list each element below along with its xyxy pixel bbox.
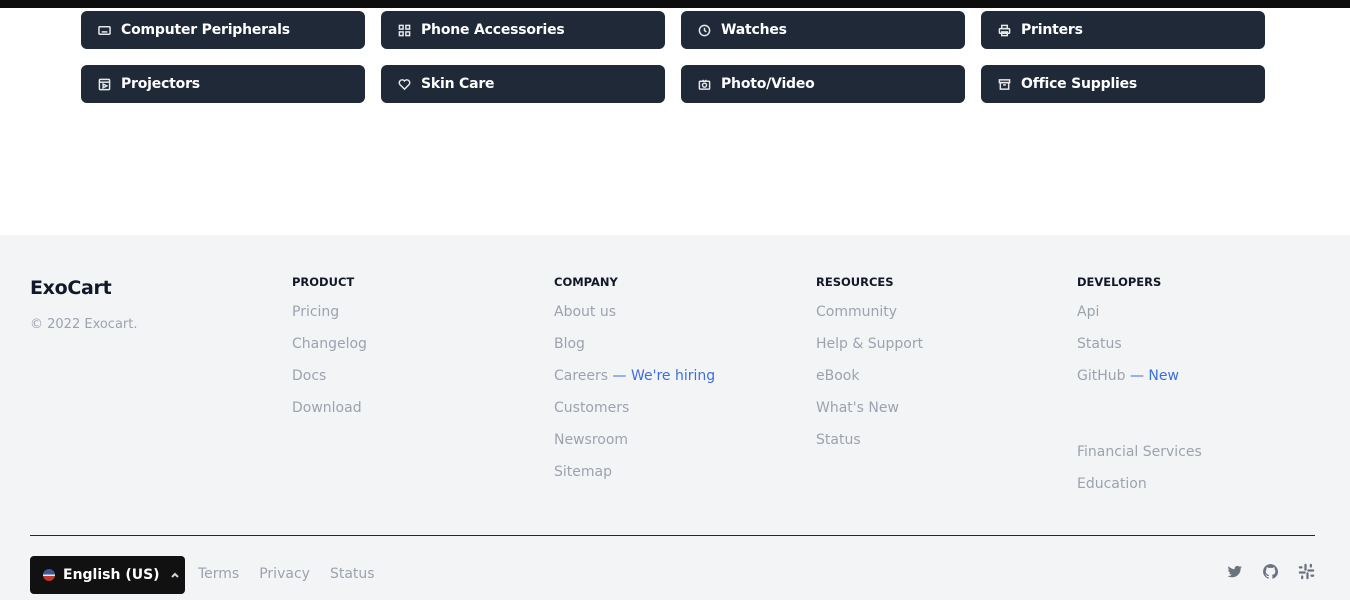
careers-label: Careers (554, 368, 609, 384)
twitter-icon[interactable] (1226, 563, 1243, 580)
category-button-photo-video[interactable]: Photo/Video (681, 65, 965, 103)
terms-link[interactable]: Terms (198, 566, 239, 582)
category-label: Skin Care (421, 76, 495, 92)
clock-icon (698, 24, 711, 37)
category-button-projectors[interactable]: Projectors (81, 65, 365, 103)
bottom-status-link[interactable]: Status (330, 566, 375, 582)
category-label: Computer Peripherals (121, 22, 290, 38)
keyboard-icon (98, 24, 111, 37)
grid-icon (398, 24, 411, 37)
footer-link-pricing[interactable]: Pricing (292, 302, 367, 334)
footer-link-sitemap[interactable]: Sitemap (554, 462, 715, 494)
camera-icon (698, 78, 711, 91)
language-selector[interactable]: English (US) (30, 556, 185, 594)
chevron-up-icon (170, 570, 180, 580)
footer-link-download[interactable]: Download (292, 398, 367, 430)
bottom-links: Terms Privacy Status (198, 566, 375, 582)
category-label: Projectors (121, 76, 200, 92)
footer-column-developers: DEVELOPERS Api Status GitHub — New Finan… (1077, 275, 1202, 506)
footer-link-api[interactable]: Api (1077, 302, 1202, 334)
category-label: Office Supplies (1021, 76, 1138, 92)
category-label: Photo/Video (721, 76, 815, 92)
copyright-text: © 2022 Exocart. (30, 317, 138, 332)
footer-link-dev-status[interactable]: Status (1077, 334, 1202, 366)
footer-link-help-support[interactable]: Help & Support (816, 334, 923, 366)
footer-link-changelog[interactable]: Changelog (292, 334, 367, 366)
footer-divider (30, 535, 1315, 536)
footer-link-community[interactable]: Community (816, 302, 923, 334)
privacy-link[interactable]: Privacy (259, 566, 310, 582)
column-heading: RESOURCES (816, 275, 894, 289)
hiring-badge: — We're hiring (608, 368, 716, 384)
footer-link-education[interactable]: Education (1077, 474, 1202, 506)
projector-icon (98, 78, 111, 91)
category-button-printers[interactable]: Printers (981, 11, 1265, 49)
archive-icon (998, 78, 1011, 91)
footer-column-resources: RESOURCES Community Help & Support eBook… (816, 275, 923, 462)
column-heading: DEVELOPERS (1077, 275, 1162, 289)
category-button-computer-peripherals[interactable]: Computer Peripherals (81, 11, 365, 49)
footer-brand[interactable]: ExoCart (30, 277, 112, 299)
category-label: Watches (721, 22, 787, 38)
us-flag-icon (43, 569, 55, 581)
new-badge: — New (1125, 368, 1179, 384)
category-button-office-supplies[interactable]: Office Supplies (981, 65, 1265, 103)
footer-link-docs[interactable]: Docs (292, 366, 367, 398)
footer-link-github[interactable]: GitHub — New (1077, 366, 1202, 398)
language-label: English (US) (63, 567, 160, 583)
column-heading: COMPANY (554, 275, 618, 289)
footer-link-blog[interactable]: Blog (554, 334, 715, 366)
footer-link-newsroom[interactable]: Newsroom (554, 430, 715, 462)
footer-column-company: COMPANY About us Blog Careers — We're hi… (554, 275, 715, 494)
footer-link-status[interactable]: Status (816, 430, 923, 462)
footer-link-about-us[interactable]: About us (554, 302, 715, 334)
column-heading: PRODUCT (292, 275, 355, 289)
github-label: GitHub (1077, 368, 1126, 384)
category-grid: Computer Peripherals Phone Accessories W… (81, 11, 1265, 103)
github-icon[interactable] (1262, 563, 1279, 580)
category-label: Printers (1021, 22, 1083, 38)
footer-link-careers[interactable]: Careers — We're hiring (554, 366, 715, 398)
category-button-phone-accessories[interactable]: Phone Accessories (381, 11, 665, 49)
slack-icon[interactable] (1298, 563, 1315, 580)
footer: ExoCart © 2022 Exocart. PRODUCT Pricing … (0, 235, 1350, 600)
footer-link-ebook[interactable]: eBook (816, 366, 923, 398)
category-button-skin-care[interactable]: Skin Care (381, 65, 665, 103)
footer-link-whats-new[interactable]: What's New (816, 398, 923, 430)
top-bar (0, 0, 1350, 8)
category-button-watches[interactable]: Watches (681, 11, 965, 49)
heart-icon (398, 78, 411, 91)
footer-link-financial-services[interactable]: Financial Services (1077, 442, 1202, 474)
category-label: Phone Accessories (421, 22, 565, 38)
footer-column-product: PRODUCT Pricing Changelog Docs Download (292, 275, 367, 430)
footer-link-customers[interactable]: Customers (554, 398, 715, 430)
printer-icon (998, 24, 1011, 37)
